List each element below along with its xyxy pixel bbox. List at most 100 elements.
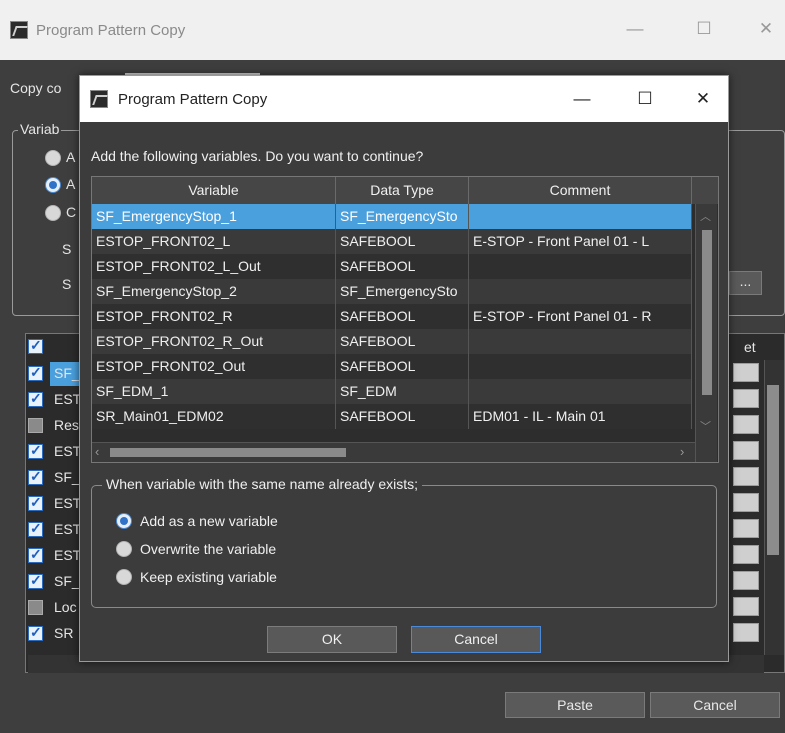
bg-row-label-2: S <box>62 276 72 292</box>
grid-cell-variable: ESTOP_FRONT02_R_Out <box>92 329 336 354</box>
grid-vscroll[interactable]: ︿ ﹀ <box>695 204 717 462</box>
scroll-up-icon[interactable]: ︿ <box>700 208 711 224</box>
radio-add-new[interactable] <box>116 513 132 529</box>
bg-row-checkbox[interactable] <box>28 468 43 485</box>
bg-row-preset-cell[interactable] <box>733 545 759 564</box>
browse-button[interactable]: ... <box>729 271 762 295</box>
column-header-comment[interactable]: Comment <box>469 177 692 204</box>
grid-cell-type: SAFEBOOL <box>336 229 469 254</box>
grid-cell-type: SF_EmergencySto <box>336 279 469 304</box>
bg-row-label-1: S <box>62 241 72 257</box>
grid-cell-comment <box>469 329 692 354</box>
grid-cell-variable: SF_EDM_1 <box>92 379 336 404</box>
bg-row-preset-cell[interactable] <box>733 415 759 434</box>
bg-row-name: SR <box>54 625 74 641</box>
scroll-right-icon[interactable]: › <box>680 444 684 459</box>
dialog-title: Program Pattern Copy <box>118 91 268 108</box>
scroll-down-icon[interactable]: ﹀ <box>700 418 711 434</box>
bg-row-preset-cell[interactable] <box>733 493 759 512</box>
bg-row-preset-cell[interactable] <box>733 467 759 486</box>
grid-row[interactable]: ESTOP_FRONT02_Out SAFEBOOL <box>92 354 692 379</box>
radio-keep-existing-label[interactable]: Keep existing variable <box>140 569 277 585</box>
bg-row-preset-cell[interactable] <box>733 571 759 590</box>
bg-row-preset-cell[interactable] <box>733 363 759 382</box>
ok-button[interactable]: OK <box>267 626 397 653</box>
grid-cell-type: SAFEBOOL <box>336 304 469 329</box>
grid-vscroll-thumb[interactable] <box>702 230 712 395</box>
grid-hscroll-thumb[interactable] <box>110 448 346 457</box>
dialog-maximize-icon[interactable]: ☐ <box>625 89 665 109</box>
dialog-cancel-button[interactable]: Cancel <box>411 626 541 653</box>
confirm-dialog: Program Pattern Copy — ☐ ✕ Add the follo… <box>79 75 729 662</box>
bg-row-preset-cell[interactable] <box>733 389 759 408</box>
bg-radio-1[interactable] <box>45 150 61 166</box>
app-icon <box>10 21 28 39</box>
duplicate-option-title: When variable with the same name already… <box>102 476 423 492</box>
grid-row[interactable]: ESTOP_FRONT02_R SAFEBOOL E-STOP - Front Pa… <box>92 304 692 329</box>
grid-row[interactable]: ESTOP_FRONT02_R_Out SAFEBOOL <box>92 329 692 354</box>
background-window-title: Program Pattern Copy <box>36 22 186 39</box>
close-icon[interactable]: ✕ <box>746 19 785 39</box>
dialog-app-icon <box>90 90 108 108</box>
radio-overwrite[interactable] <box>116 541 132 557</box>
column-header-data-type[interactable]: Data Type <box>336 177 469 204</box>
grid-cell-variable: ESTOP_FRONT02_Out <box>92 354 336 379</box>
bg-row-preset-cell[interactable] <box>733 623 759 642</box>
grid-row[interactable]: SF_EDM_1 SF_EDM <box>92 379 692 404</box>
bg-radio-2-label: A <box>66 176 76 192</box>
column-header-variable[interactable]: Variable <box>92 177 336 204</box>
bg-row-name: EST <box>54 547 82 563</box>
grid-cell-comment <box>469 279 692 304</box>
bg-row-preset-cell[interactable] <box>733 519 759 538</box>
bg-row-checkbox[interactable] <box>28 442 43 459</box>
grid-row[interactable]: ESTOP_FRONT02_L SAFEBOOL E-STOP - Front Pa… <box>92 229 692 254</box>
paste-button[interactable]: Paste <box>505 692 645 718</box>
copy-label: Copy co <box>10 80 62 96</box>
bg-row-preset-cell[interactable] <box>733 597 759 616</box>
dialog-minimize-icon[interactable]: — <box>562 89 602 109</box>
grid-row[interactable]: SF_EmergencyStop_2 SF_EmergencySto <box>92 279 692 304</box>
bg-row-checkbox[interactable] <box>28 572 43 589</box>
dialog-titlebar: Program Pattern Copy — ☐ ✕ <box>80 76 728 122</box>
grid-row[interactable]: SR_Main01_EDM02 SAFEBOOL EDM01 - IL - Main… <box>92 404 692 429</box>
grid-row[interactable]: ESTOP_FRONT02_L_Out SAFEBOOL <box>92 254 692 279</box>
bg-table-vscroll-thumb[interactable] <box>767 385 779 555</box>
grid-cell-comment: EDM01 - IL - Main 01 <box>469 404 692 429</box>
grid-cell-variable: SF_EmergencyStop_2 <box>92 279 336 304</box>
select-all-checkbox[interactable] <box>28 337 43 354</box>
bg-row-checkbox[interactable] <box>28 546 43 563</box>
bg-radio-3[interactable] <box>45 205 61 221</box>
bg-row-checkbox[interactable] <box>28 494 43 511</box>
grid-row[interactable]: SF_EmergencyStop_1 SF_EmergencySto <box>92 204 692 229</box>
grid-cell-variable: ESTOP_FRONT02_R <box>92 304 336 329</box>
radio-add-new-label[interactable]: Add as a new variable <box>140 513 278 529</box>
bg-row-name: EST <box>54 443 82 459</box>
radio-keep-existing[interactable] <box>116 569 132 585</box>
maximize-icon[interactable]: ☐ <box>684 19 724 39</box>
grid-cell-comment: E-STOP - Front Panel 01 - L <box>469 229 692 254</box>
grid-cell-type: SF_EDM <box>336 379 469 404</box>
bg-row-name: SF_ <box>54 573 80 589</box>
bg-row-checkbox[interactable] <box>28 600 43 615</box>
bg-row-preset-cell[interactable] <box>733 441 759 460</box>
grid-cell-comment <box>469 254 692 279</box>
grid-cell-type: SAFEBOOL <box>336 254 469 279</box>
bg-row-name: EST <box>54 521 82 537</box>
grid-cell-variable: ESTOP_FRONT02_L_Out <box>92 254 336 279</box>
grid-hscroll[interactable]: ‹ › <box>92 442 695 462</box>
bg-row-checkbox[interactable] <box>28 364 43 381</box>
bg-row-checkbox[interactable] <box>28 624 43 641</box>
bg-radio-2[interactable] <box>45 177 61 193</box>
dialog-close-icon[interactable]: ✕ <box>683 89 723 109</box>
minimize-icon[interactable]: — <box>615 19 655 39</box>
bg-row-checkbox[interactable] <box>28 390 43 407</box>
radio-overwrite-label[interactable]: Overwrite the variable <box>140 541 276 557</box>
scroll-left-icon[interactable]: ‹ <box>95 444 99 459</box>
bg-table-header-right: et <box>744 339 756 355</box>
bg-row-checkbox[interactable] <box>28 418 43 433</box>
background-cancel-button[interactable]: Cancel <box>650 692 780 718</box>
bg-row-name: SF_ <box>54 365 80 381</box>
grid-cell-type: SF_EmergencySto <box>336 204 469 229</box>
bg-row-checkbox[interactable] <box>28 520 43 537</box>
grid-cell-type: SAFEBOOL <box>336 354 469 379</box>
